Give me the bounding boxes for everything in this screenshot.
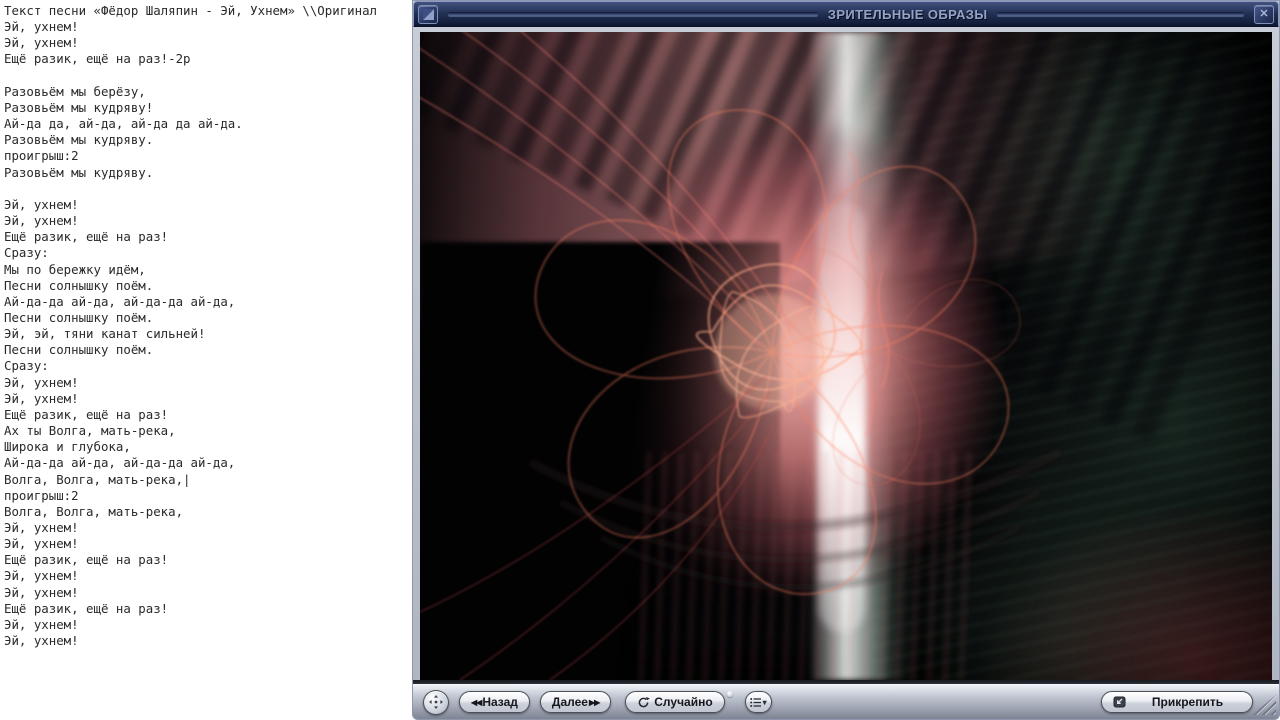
resize-grip[interactable] — [1252, 695, 1276, 715]
pan-button[interactable] — [423, 689, 449, 715]
attach-button-label: Прикрепить — [1151, 695, 1224, 709]
next-arrows-icon: ▶▶ — [588, 698, 600, 707]
random-button-label: Случайно — [654, 695, 713, 709]
attach-button[interactable]: Прикрепить — [1101, 691, 1253, 713]
back-button[interactable]: ◀◀ Назад — [459, 691, 530, 713]
playback-toolbar: ◀◀ Назад Далее ▶▶ Случайно ▾ Прикрепить — [413, 684, 1279, 719]
titlebar-groove-left — [448, 12, 818, 16]
next-button[interactable]: Далее ▶▶ — [539, 691, 612, 713]
visualization-window: ЗРИТЕЛЬНЫЕ ОБРАЗЫ ✕ ◀◀ Назад Далее ▶▶ Сл… — [412, 0, 1280, 720]
close-button[interactable]: ✕ — [1254, 4, 1274, 24]
chevron-down-icon: ▾ — [762, 698, 767, 707]
next-button-label: Далее — [551, 695, 588, 709]
titlebar: ЗРИТЕЛЬНЫЕ ОБРАЗЫ ✕ — [413, 1, 1279, 27]
circular-arrow-icon — [638, 696, 651, 707]
four-way-arrows-icon — [429, 695, 443, 709]
random-button[interactable]: Случайно — [625, 691, 725, 713]
back-button-label: Назад — [482, 695, 518, 709]
lyrics-panel[interactable]: Текст песни «Фёдор Шаляпин - Эй, Ухнем» … — [0, 0, 412, 720]
dock-window-icon — [1113, 696, 1126, 708]
titlebar-groove-right — [997, 12, 1244, 16]
viz-lace-pattern — [420, 32, 1063, 680]
wmp-logo-icon[interactable] — [418, 4, 438, 24]
window-title: ЗРИТЕЛЬНЫЕ ОБРАЗЫ — [827, 6, 988, 22]
visualization-canvas[interactable] — [420, 32, 1272, 680]
back-arrows-icon: ◀◀ — [471, 698, 482, 707]
toolbar-highlight-dot — [726, 691, 733, 697]
lyrics-text[interactable]: Текст песни «Фёдор Шаляпин - Эй, Ухнем» … — [0, 0, 412, 649]
close-icon: ✕ — [1259, 7, 1269, 20]
list-menu-icon — [749, 697, 761, 707]
wmp-logo-glyph — [422, 8, 434, 20]
visualization-menu-button[interactable]: ▾ — [744, 691, 772, 713]
